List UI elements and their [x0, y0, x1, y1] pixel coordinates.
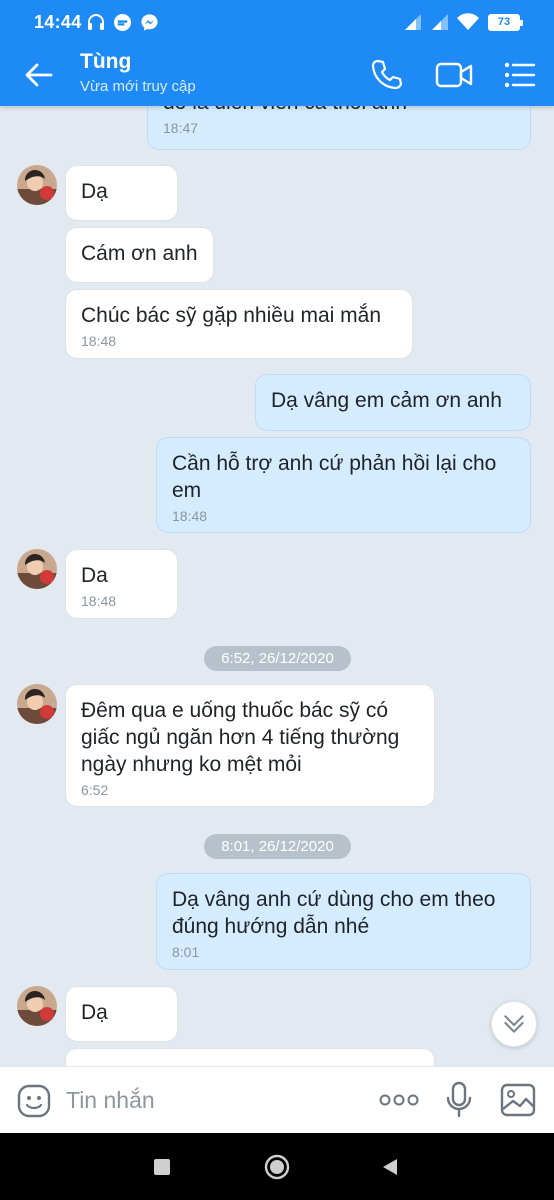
message-text: Da [81, 564, 108, 587]
message-bubble-incoming[interactable]: Dạ [65, 986, 178, 1042]
battery-icon: 73 [488, 14, 523, 31]
status-time: 14:44 [34, 12, 82, 32]
scroll-down-button[interactable] [491, 1001, 537, 1047]
avatar[interactable] [17, 549, 57, 589]
message-bubble-outgoing[interactable]: đó là diễn viên cả thôi anh 18:47 [147, 106, 531, 150]
message-text: Dạ vâng anh cứ dùng cho em theo đúng hướ… [172, 888, 496, 938]
chat-header: Tùng Vừa mới truy cập [0, 44, 554, 106]
message-time: 6:52 [81, 782, 109, 798]
message-time: 18:48 [81, 593, 117, 609]
recents-icon[interactable] [154, 1159, 170, 1175]
avatar[interactable] [17, 986, 57, 1026]
message-bubble-incoming[interactable]: Da 18:48 [65, 549, 178, 619]
messenger-icon [141, 14, 158, 31]
message-text: Dạ [81, 1001, 108, 1024]
status-bar: 14:44 73 [0, 0, 554, 44]
message-text: đó là diễn viên cả thôi anh [163, 106, 515, 116]
back-arrow-icon[interactable] [22, 58, 56, 92]
message-input[interactable]: Tin nhắn [66, 1087, 155, 1114]
message-bubble-outgoing[interactable]: Dạ vâng anh cứ dùng cho em theo đúng hướ… [156, 873, 531, 970]
sticker-icon[interactable] [16, 1083, 52, 1119]
back-icon[interactable] [380, 1157, 400, 1177]
message-list[interactable]: đó là diễn viên cả thôi anh 18:47 Dạ Cám… [0, 106, 554, 1066]
message-bubble-outgoing[interactable]: Cần hỗ trợ anh cứ phản hồi lại cho em 18… [156, 437, 531, 533]
message-bubble-incoming[interactable]: Cám ơn anh [65, 227, 214, 283]
message-text: Dạ vâng em cảm ơn anh [271, 389, 502, 412]
image-icon[interactable] [499, 1082, 537, 1118]
signal-icon [405, 14, 421, 30]
message-text: Cần hỗ trợ anh cứ phản hồi lại cho em [172, 452, 497, 502]
message-input-bar: Tin nhắn [0, 1066, 554, 1133]
headphones-icon [88, 14, 104, 30]
date-separator: 8:01, 26/12/2020 [204, 834, 351, 859]
message-bubble-incoming[interactable]: Đêm qua e uống thuốc bác sỹ có giấc ngủ … [65, 684, 435, 807]
avatar[interactable] [17, 684, 57, 724]
microphone-icon[interactable] [444, 1081, 474, 1119]
message-bubble-incoming[interactable]: Dạ [65, 165, 178, 221]
signal-icon-2 [432, 14, 448, 30]
avatar[interactable] [17, 165, 57, 205]
message-text: Cám ơn anh [81, 242, 198, 265]
message-bubble-incoming[interactable]: Chúc bác sỹ gặp nhiều mai mắn 18:48 [65, 289, 413, 359]
message-time: 18:48 [172, 508, 208, 524]
message-time: 18:48 [81, 333, 117, 349]
message-time: 8:01 [172, 944, 200, 960]
menu-icon[interactable] [502, 57, 538, 93]
message-time: 18:47 [163, 120, 199, 136]
video-call-icon[interactable] [434, 57, 474, 93]
wifi-icon [457, 13, 479, 30]
date-separator: 6:52, 26/12/2020 [204, 646, 351, 671]
message-bubble-incoming-partial[interactable] [65, 1048, 435, 1066]
circle-app-icon [113, 13, 132, 32]
more-icon[interactable] [378, 1092, 420, 1108]
message-text: Dạ [81, 180, 108, 203]
contact-status: Vừa mới truy cập [80, 78, 196, 95]
home-icon[interactable] [264, 1154, 290, 1180]
message-bubble-outgoing[interactable]: Dạ vâng em cảm ơn anh [255, 374, 531, 431]
message-text: Đêm qua e uống thuốc bác sỹ có giấc ngủ … [81, 699, 400, 776]
message-text: Chúc bác sỹ gặp nhiều mai mắn [81, 304, 381, 327]
phone-icon[interactable] [368, 57, 404, 93]
contact-name[interactable]: Tùng [80, 50, 131, 74]
